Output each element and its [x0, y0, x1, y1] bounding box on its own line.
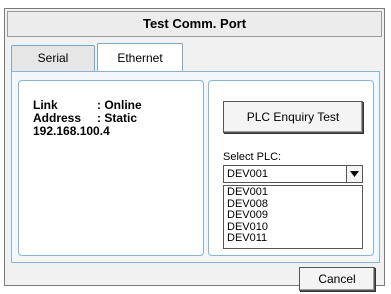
ethernet-panel: Link: Online Address: Static 192.168.100… — [11, 71, 380, 263]
tab-serial[interactable]: Serial — [11, 45, 95, 71]
dropdown-arrow-button[interactable] — [346, 166, 362, 182]
plc-enquiry-test-button[interactable]: PLC Enquiry Test — [223, 101, 363, 133]
link-value: : Online — [97, 98, 142, 112]
ip-address: 192.168.100.4 — [33, 124, 110, 138]
test-comm-port-dialog: Test Comm. Port Serial Ethernet Link: On… — [4, 8, 385, 291]
connection-info: Link: Online Address: Static 192.168.100… — [33, 99, 142, 138]
dialog-title: Test Comm. Port — [7, 11, 382, 37]
plc-select-value: DEV001 — [227, 168, 268, 180]
chevron-down-icon — [350, 171, 359, 177]
tab-ethernet[interactable]: Ethernet — [97, 43, 183, 71]
plc-box: PLC Enquiry Test Select PLC: DEV001 DEV0… — [208, 80, 374, 256]
list-item[interactable]: DEV001 — [227, 186, 362, 199]
connection-status-box: Link: Online Address: Static 192.168.100… — [18, 80, 204, 256]
select-plc-label: Select PLC: — [223, 151, 282, 163]
address-value: : Static — [97, 111, 138, 125]
list-item[interactable]: DEV009 — [227, 209, 362, 222]
plc-select[interactable]: DEV001 — [223, 165, 363, 183]
plc-options-list[interactable]: DEV001 DEV008 DEV009 DEV010 DEV011 — [223, 185, 363, 249]
cancel-button[interactable]: Cancel — [299, 267, 375, 291]
list-item[interactable]: DEV011 — [227, 232, 362, 245]
